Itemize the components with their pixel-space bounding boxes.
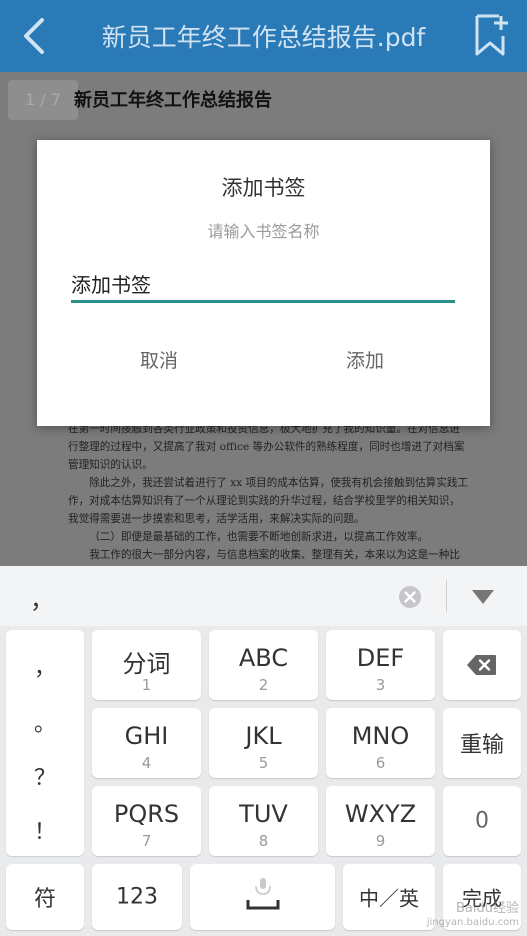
key-label: DEF [356, 644, 405, 672]
add-bookmark-icon[interactable] [471, 12, 513, 58]
candidate-bar: ， [0, 566, 527, 626]
symbol-comma[interactable]: ， [6, 650, 84, 682]
candidate-item[interactable]: ， [30, 580, 54, 615]
key-label: 中／英 [359, 886, 419, 911]
key-3[interactable]: DEF 3 [326, 630, 435, 700]
key-label: ABC [238, 644, 289, 672]
key-number: 7 [141, 832, 152, 850]
key-7[interactable]: PQRS 7 [92, 786, 201, 856]
space-key[interactable] [190, 864, 335, 930]
key-number: 5 [258, 754, 269, 772]
key-label: 重输 [459, 733, 504, 758]
page-indicator: 1 / 7 [8, 80, 78, 120]
key-label: GHI [124, 722, 169, 750]
key-label: 0 [475, 808, 489, 834]
key-number: 3 [375, 676, 386, 694]
keyboard: ， ， 。 ？ ！ 分词 1 ABC 2 DEF 3 GHI 4 JKL 5 M… [0, 566, 527, 936]
pdf-paragraph: （二）即便是最基础的工作，也需要不断地创新求进，以提高工作效率。 [89, 531, 429, 543]
key-8[interactable]: TUV 8 [209, 786, 318, 856]
clear-icon[interactable] [398, 585, 422, 609]
key-9[interactable]: WXYZ 9 [326, 786, 435, 856]
number-key[interactable]: 123 [92, 864, 182, 930]
watermark-brand: Baidu经验 [456, 901, 519, 916]
symbol-key[interactable]: 符 [6, 864, 84, 930]
pdf-paragraph: 除此之外，我还尝试着进行了 xx 项目的成本估算，使我有机会接触到估算实践工作，… [68, 477, 469, 525]
language-toggle-key[interactable]: 中／英 [343, 864, 435, 930]
key-label: WXYZ [344, 800, 417, 828]
key-label: 分词 [122, 650, 171, 678]
key-1[interactable]: 分词 1 [92, 630, 201, 700]
key-number: 4 [141, 754, 152, 772]
dialog-subtitle: 请输入书签名称 [207, 222, 320, 241]
key-0[interactable]: 0 [443, 786, 521, 856]
key-number: 1 [141, 676, 152, 694]
key-label: MNO [351, 722, 410, 750]
key-number: 2 [258, 676, 269, 694]
symbol-exclaim[interactable]: ！ [6, 814, 84, 846]
dialog-title: 添加书签 [221, 176, 306, 200]
bookmark-name-input[interactable] [71, 266, 455, 303]
divider [446, 580, 447, 612]
retype-key[interactable]: 重输 [443, 708, 521, 778]
backspace-icon [467, 655, 496, 675]
add-button[interactable]: 添加 [275, 336, 455, 386]
key-label: JKL [245, 722, 282, 750]
key-label: 123 [116, 884, 158, 910]
key-number: 9 [375, 832, 386, 850]
pdf-paragraph: 在第一时间接触到各类行业政策和投资信息，极大地扩充了我的知识量。在对信息进行整理… [68, 423, 465, 471]
add-bookmark-dialog: 添加书签 请输入书签名称 取消 添加 [37, 140, 490, 426]
key-label: TUV [239, 800, 288, 828]
key-label: 符 [33, 887, 56, 912]
pdf-heading: 新员工年终工作总结报告 [74, 90, 272, 111]
pdf-paragraph: 我工作的很大一部分内容，与信息档案的收集、整理有关，本来以为这是一种比较枯燥的工… [89, 549, 460, 561]
key-number: 6 [375, 754, 386, 772]
key-5[interactable]: JKL 5 [209, 708, 318, 778]
key-label: PQRS [113, 800, 180, 828]
watermark-url: jingyan.baidu.com [426, 917, 519, 928]
key-number: 8 [258, 832, 269, 850]
collapse-keyboard-icon[interactable] [470, 588, 496, 606]
cancel-button[interactable]: 取消 [69, 336, 249, 386]
key-4[interactable]: GHI 4 [92, 708, 201, 778]
watermark: Baidu经验 jingyan.baidu.com [427, 902, 519, 930]
symbol-column[interactable]: ， 。 ？ ！ [6, 630, 84, 856]
pdf-body-text: 在第一时间接触到各类行业政策和投资信息，极大地扩充了我的知识量。在对信息进行整理… [68, 420, 469, 566]
back-arrow-icon[interactable] [14, 14, 56, 58]
key-2[interactable]: ABC 2 [209, 630, 318, 700]
symbol-period[interactable]: 。 [6, 706, 84, 738]
space-mic-icon [246, 878, 280, 910]
app-bar: 新员工年终工作总结报告.pdf [0, 0, 527, 72]
document-title: 新员工年终工作总结报告.pdf [101, 23, 426, 52]
key-6[interactable]: MNO 6 [326, 708, 435, 778]
symbol-question[interactable]: ？ [6, 760, 84, 792]
backspace-key[interactable] [443, 630, 521, 700]
